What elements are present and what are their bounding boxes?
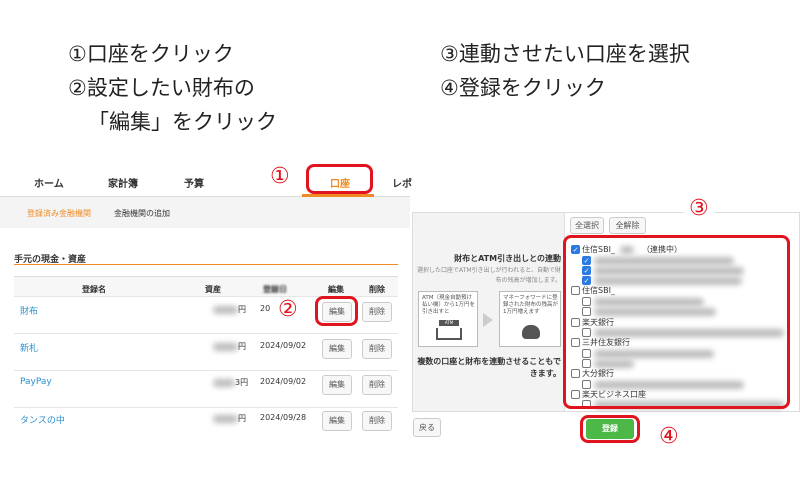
instruction-2b: 「編集」をクリック	[88, 110, 277, 134]
instruction-1: ①口座をクリック	[68, 42, 234, 66]
back-button[interactable]: 戻る	[413, 418, 441, 437]
row-name[interactable]: PayPay	[20, 377, 52, 387]
mf-text: マネーフォワードに登録された財布の残高が1万円増えます	[503, 295, 559, 315]
row-name[interactable]: 新札	[20, 341, 38, 354]
highlight-register-button	[580, 415, 640, 443]
row-date: 2024/09/02	[260, 341, 307, 350]
highlight-account-list	[563, 235, 790, 409]
edit-button[interactable]: 編集	[322, 375, 352, 395]
header-edit: 編集	[328, 285, 344, 294]
row-name[interactable]: タンスの中	[20, 413, 65, 426]
row-name[interactable]: 財布	[20, 304, 38, 317]
subnav-add[interactable]: 金融機関の追加	[114, 208, 170, 219]
marker-1: ①	[264, 164, 296, 189]
multi-text: 複数の口座と財布を連動させることもできます。	[417, 357, 561, 378]
delete-button[interactable]: 削除	[362, 375, 392, 395]
marker-4: ④	[653, 424, 685, 449]
row-asset: 円	[238, 342, 246, 351]
edit-button[interactable]: 編集	[322, 339, 352, 359]
tab-report[interactable]: レポ	[392, 175, 412, 190]
atm-text: ATM（現金自動預け払い機）から1万円を引き出すと	[422, 295, 475, 315]
arrow-right-icon	[483, 313, 493, 327]
row-date: 20	[260, 304, 271, 313]
instruction-4: ④登録をクリック	[440, 76, 606, 100]
instruction-3: ③連動させたい口座を選択	[440, 42, 690, 66]
highlight-accounts-tab	[306, 164, 373, 194]
subnav: 登録済み金融機関 金融機関の追加	[0, 197, 410, 228]
edit-button[interactable]: 編集	[322, 411, 352, 431]
row-asset: 円	[238, 305, 246, 314]
delete-button[interactable]: 削除	[362, 302, 392, 322]
header-date: 登録日	[263, 285, 287, 294]
row-date: 2024/09/02	[260, 377, 307, 386]
row-asset: 円	[238, 414, 246, 423]
deselect-all-button[interactable]: 全解除	[609, 217, 646, 234]
info-desc: 選択した口座でATM引き出しが行われると、自動で財布の残高が増加します。	[417, 267, 561, 284]
info-panel: 財布とATM引き出しとの連動 選択した口座でATM引き出しが行われると、自動で財…	[413, 213, 565, 411]
highlight-edit-button	[315, 296, 358, 326]
tab-home[interactable]: ホーム	[34, 175, 64, 190]
marker-2: ②	[272, 297, 304, 322]
header-delete: 削除	[369, 285, 385, 294]
tab-household[interactable]: 家計簿	[108, 175, 138, 190]
header-asset: 資産	[205, 285, 221, 294]
marker-3: ③	[683, 196, 715, 221]
select-all-button[interactable]: 全選択	[570, 217, 604, 234]
atm-icon: ATM	[439, 320, 459, 326]
info-title: 財布とATM引き出しとの連動	[454, 254, 561, 263]
delete-button[interactable]: 削除	[362, 411, 392, 431]
row-date: 2024/09/28	[260, 413, 307, 422]
header-name: 登録名	[82, 285, 106, 294]
subnav-registered[interactable]: 登録済み金融機関	[27, 208, 91, 219]
tab-budget[interactable]: 予算	[184, 175, 204, 190]
delete-button[interactable]: 削除	[362, 339, 392, 359]
instruction-2: ②設定したい財布の	[68, 76, 255, 100]
row-asset: 3円	[235, 378, 249, 387]
wallet-icon	[522, 325, 540, 339]
